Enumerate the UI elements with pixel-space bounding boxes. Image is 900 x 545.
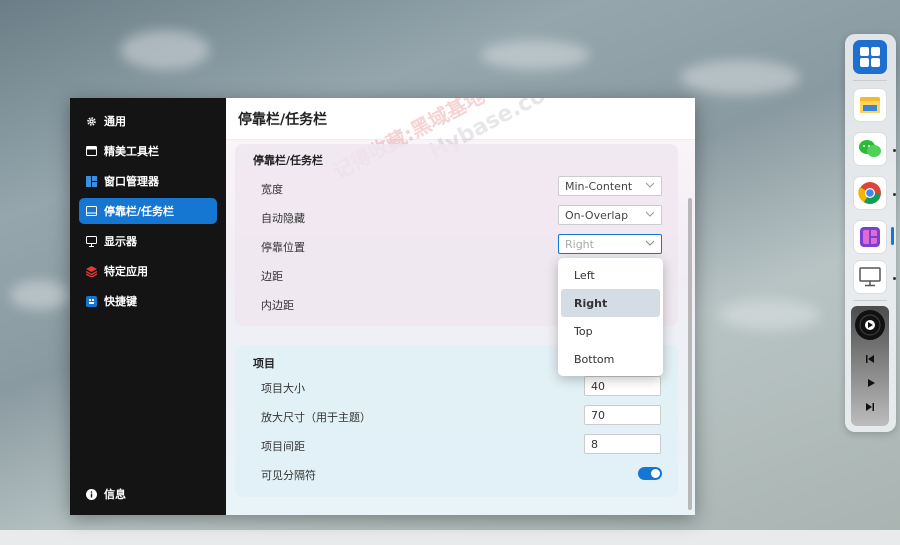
media-player-widget	[851, 306, 889, 426]
section-title: 项目	[253, 357, 275, 370]
chrome-icon[interactable]	[853, 176, 887, 210]
window-manager-icon	[85, 175, 97, 187]
file-explorer-icon[interactable]	[853, 88, 887, 122]
background-cloud	[120, 30, 210, 70]
content-header: 停靠栏/任务栏	[226, 98, 695, 140]
dropdown-option-top[interactable]: Top	[561, 317, 660, 345]
gear-icon	[85, 115, 97, 127]
dock-icon	[85, 205, 97, 217]
desktop-dock	[845, 34, 896, 432]
toggle-knob	[651, 469, 660, 478]
monitor-icon	[85, 235, 97, 247]
sidebar-item-toolbar[interactable]: 精美工具栏	[79, 138, 217, 164]
running-indicator	[893, 149, 896, 152]
separator-label: 可见分隔符	[261, 469, 316, 482]
sidebar-item-label: 特定应用	[104, 265, 148, 278]
vinyl-disc-icon	[855, 310, 885, 340]
width-select[interactable]: Min-Content	[558, 176, 662, 196]
dock-separator	[853, 300, 887, 301]
dock-separator	[853, 80, 887, 81]
sidebar-item-info[interactable]: 信息	[79, 483, 126, 505]
background-cloud	[720, 300, 820, 330]
dropdown-option-bottom[interactable]: Bottom	[561, 345, 660, 373]
autohide-select[interactable]: On-Overlap	[558, 205, 662, 225]
dropdown-option-right[interactable]: Right	[561, 289, 660, 317]
sidebar-item-label: 快捷键	[104, 295, 137, 308]
sidebar-item-window-manager[interactable]: 窗口管理器	[79, 168, 217, 194]
item-spacing-label: 项目间距	[261, 440, 305, 453]
start-menu-icon[interactable]	[853, 40, 887, 74]
sidebar-item-monitor[interactable]: 显示器	[79, 228, 217, 254]
background-cloud	[680, 60, 800, 95]
autohide-label: 自动隐藏	[261, 212, 305, 225]
chevron-down-icon	[646, 211, 654, 217]
padding-label: 内边距	[261, 299, 294, 312]
shortcut-icon	[85, 295, 97, 307]
zoom-size-label: 放大尺寸（用于主题）	[261, 411, 371, 424]
separator-toggle[interactable]	[638, 467, 662, 480]
sidebar-item-shortcuts[interactable]: 快捷键	[79, 288, 217, 314]
running-indicator	[893, 277, 896, 280]
running-indicator	[893, 193, 896, 196]
seelen-app-icon[interactable]	[853, 220, 887, 254]
next-track-icon[interactable]	[865, 402, 875, 412]
wechat-icon[interactable]	[853, 132, 887, 166]
position-label: 停靠位置	[261, 241, 305, 254]
content-scrollbar[interactable]	[688, 198, 692, 510]
section-title: 停靠栏/任务栏	[253, 154, 324, 167]
position-select-value: Right	[565, 237, 594, 251]
width-select-value: Min-Content	[565, 179, 633, 193]
margin-label: 边距	[261, 270, 283, 283]
previous-track-icon[interactable]	[865, 354, 875, 364]
position-select[interactable]: Right	[558, 234, 662, 254]
dropdown-option-left[interactable]: Left	[561, 261, 660, 289]
settings-window: 通用 精美工具栏 窗口管理器 停靠栏/任务栏 显示器 特定应用 快捷键 信息 停…	[70, 98, 695, 515]
sidebar-item-dock[interactable]: 停靠栏/任务栏	[79, 198, 217, 224]
zoom-size-input[interactable]: 70	[584, 405, 661, 425]
background-cloud	[10, 280, 70, 310]
item-size-input[interactable]: 40	[584, 376, 661, 396]
autohide-select-value: On-Overlap	[565, 208, 629, 222]
app-stack-icon	[85, 265, 97, 277]
chevron-down-icon	[646, 182, 654, 188]
active-window-indicator	[891, 227, 894, 245]
info-icon	[85, 488, 97, 500]
position-dropdown-menu: Left Right Top Bottom	[558, 258, 663, 376]
chevron-down-icon	[646, 240, 654, 246]
info-label: 信息	[104, 488, 126, 501]
sidebar-item-specific-apps[interactable]: 特定应用	[79, 258, 217, 284]
desktop-monitor-icon[interactable]	[853, 260, 887, 294]
toolbar-icon	[85, 145, 97, 157]
background-cloud	[480, 40, 590, 70]
sidebar: 通用 精美工具栏 窗口管理器 停靠栏/任务栏 显示器 特定应用 快捷键 信息	[70, 98, 226, 515]
taskbar-strip	[0, 530, 900, 545]
sidebar-item-label: 通用	[104, 115, 126, 128]
play-icon[interactable]	[866, 378, 876, 388]
item-size-label: 项目大小	[261, 382, 305, 395]
sidebar-item-general[interactable]: 通用	[79, 108, 217, 134]
sidebar-item-label: 窗口管理器	[104, 175, 159, 188]
sidebar-item-label: 显示器	[104, 235, 137, 248]
sidebar-item-label: 精美工具栏	[104, 145, 159, 158]
width-label: 宽度	[261, 183, 283, 196]
sidebar-item-label: 停靠栏/任务栏	[104, 205, 175, 218]
item-spacing-input[interactable]: 8	[584, 434, 661, 454]
page-title: 停靠栏/任务栏	[238, 111, 328, 128]
